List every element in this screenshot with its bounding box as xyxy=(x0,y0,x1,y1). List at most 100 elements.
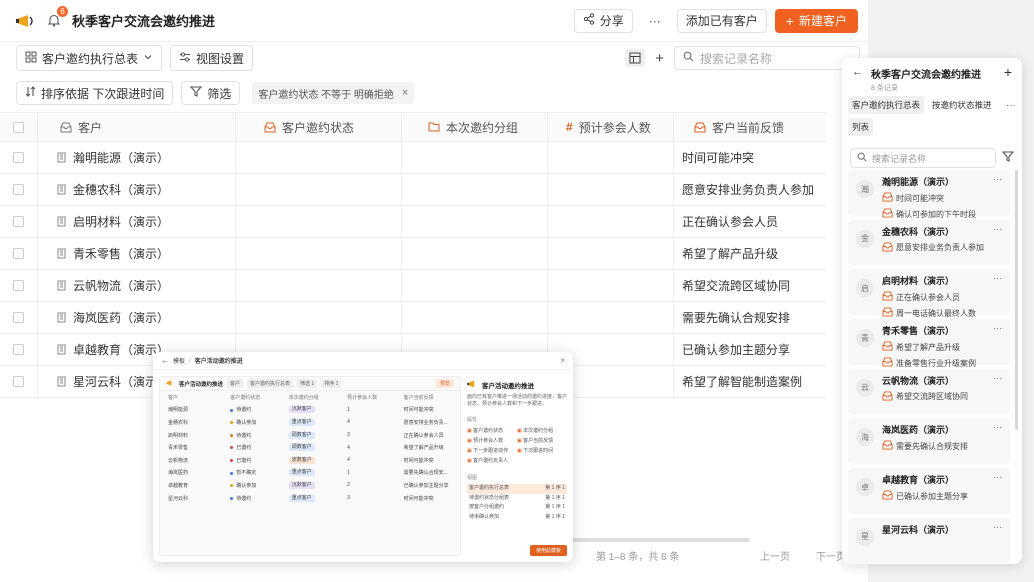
status-cell[interactable] xyxy=(236,174,402,205)
attendees-cell[interactable] xyxy=(548,174,674,205)
table-row[interactable]: 瀚明能源（演示） 时间可能冲突 xyxy=(0,142,826,174)
customer-cell[interactable]: 海岚医药（演示） xyxy=(38,302,236,333)
column-header-customer[interactable]: 客户 xyxy=(38,113,236,141)
group-cell[interactable] xyxy=(402,206,548,237)
feedback-cell[interactable]: 需要先确认合规安排 xyxy=(674,302,826,333)
attendees-cell[interactable] xyxy=(548,270,674,301)
row-checkbox[interactable] xyxy=(0,270,38,301)
view-settings-button[interactable]: 视图设置 xyxy=(170,45,254,71)
feedback-cell[interactable]: 正在确认参会人员 xyxy=(674,206,826,237)
group-cell[interactable] xyxy=(402,142,548,173)
panel-search-input[interactable]: 搜索记录名称 xyxy=(850,148,996,168)
search-input[interactable]: 搜索记录名称 xyxy=(674,46,860,70)
breadcrumb-root[interactable]: 模板 xyxy=(173,356,185,365)
card-more-icon[interactable]: ··· xyxy=(993,522,1002,532)
row-checkbox[interactable] xyxy=(0,206,38,237)
row-checkbox[interactable] xyxy=(0,238,38,269)
record-card[interactable]: 卓卓越教育（演示） ··· 已确认参加主题分享 xyxy=(848,468,1010,514)
attendees-cell[interactable] xyxy=(548,206,674,237)
attendees-cell[interactable] xyxy=(548,238,674,269)
sort-button[interactable]: 排序依据 下次跟进时间 xyxy=(16,81,174,105)
group-cell[interactable] xyxy=(402,302,548,333)
column-header-feedback[interactable]: 客户当前反馈 xyxy=(674,113,826,141)
feedback-cell[interactable]: 希望了解产品升级 xyxy=(674,238,826,269)
add-view-icon[interactable]: + xyxy=(655,50,664,67)
table-row[interactable]: 云帆物流（演示） 希望交流跨区域协同 xyxy=(0,270,826,302)
share-button[interactable]: 分享 xyxy=(573,8,633,33)
record-card[interactable]: 瀚瀚明能源（演示） ··· 时间可能冲突 确认可参加的下午时段 xyxy=(848,170,1010,219)
table-view-icon[interactable] xyxy=(625,49,646,67)
row-checkbox[interactable] xyxy=(0,174,38,205)
status-cell[interactable] xyxy=(236,302,402,333)
card-more-icon[interactable]: ··· xyxy=(993,373,1002,383)
table-row[interactable]: 金穗农科（演示） 愿意安排业务负责人参加 xyxy=(0,174,826,206)
table-row[interactable]: 启明材料（演示） 正在确认参会人员 xyxy=(0,206,826,238)
panel-tab-more[interactable]: ··· xyxy=(1006,100,1016,111)
active-filter-tag[interactable]: 客户邀约状态 不等于 明确拒绝 × xyxy=(252,82,415,104)
card-more-icon[interactable]: ··· xyxy=(993,323,1002,333)
new-customer-button[interactable]: + 新建客户 xyxy=(774,8,858,33)
customer-cell[interactable]: 瀚明能源（演示） xyxy=(38,142,236,173)
filter-icon[interactable] xyxy=(1001,151,1015,165)
table-row[interactable]: 青禾零售（演示） 希望了解产品升级 xyxy=(0,238,826,270)
filter-button[interactable]: 筛选 xyxy=(181,81,241,105)
modal-close-icon[interactable]: × xyxy=(560,356,565,365)
feedback-cell[interactable]: 希望了解智能制造案例 xyxy=(674,366,826,397)
row-checkbox[interactable] xyxy=(0,366,38,397)
add-existing-customer-button[interactable]: 添加已有客户 xyxy=(676,8,767,33)
record-card[interactable]: 启启明材料（演示） ··· 正在确认参会人员 周一电话确认最终人数 xyxy=(848,269,1010,318)
panel-scrollbar[interactable] xyxy=(1015,170,1018,430)
attendees-cell[interactable] xyxy=(548,302,674,333)
card-more-icon[interactable]: ··· xyxy=(993,174,1002,184)
status-cell[interactable] xyxy=(236,142,402,173)
status-cell[interactable] xyxy=(236,206,402,237)
back-arrow-icon[interactable]: ← xyxy=(161,356,169,365)
prev-page-button[interactable]: 上一页 xyxy=(760,548,790,563)
table-selector[interactable]: 客户邀约执行总表 xyxy=(16,45,163,71)
template-view-item[interactable]: 待邀约状态分组表 第 1 序 1 xyxy=(467,494,567,504)
column-header-group[interactable]: 本次邀约分组 xyxy=(402,113,548,141)
customer-cell[interactable]: 云帆物流（演示） xyxy=(38,270,236,301)
table-row[interactable]: 海岚医药（演示） 需要先确认合规安排 xyxy=(0,302,826,334)
status-cell[interactable] xyxy=(236,270,402,301)
notification-bell-icon[interactable]: 6 xyxy=(46,5,68,29)
row-checkbox[interactable] xyxy=(0,334,38,365)
status-cell[interactable] xyxy=(236,238,402,269)
record-card[interactable]: 云云帆物流（演示） ··· 希望交流跨区域协同 xyxy=(848,368,1010,415)
card-more-icon[interactable]: ··· xyxy=(993,273,1002,283)
row-checkbox[interactable] xyxy=(0,302,38,333)
record-card[interactable]: 青青禾零售（演示） ··· 希望了解产品升级 准备零售行业升级案例 xyxy=(848,319,1010,368)
customer-cell[interactable]: 青禾零售（演示） xyxy=(38,238,236,269)
close-icon[interactable]: × xyxy=(402,87,408,99)
panel-tab-summary[interactable]: 客户邀约执行总表 xyxy=(848,96,925,114)
feedback-cell[interactable]: 时间可能冲突 xyxy=(674,142,826,173)
template-view-item[interactable]: 待未确认参加 第 1 序 1 xyxy=(467,513,567,523)
attendees-cell[interactable] xyxy=(548,142,674,173)
panel-tab-status[interactable]: 按邀约状态推进 xyxy=(928,96,996,114)
feedback-cell[interactable]: 已确认参加主题分享 xyxy=(674,334,826,365)
customer-cell[interactable]: 金穗农科（演示） xyxy=(38,174,236,205)
back-arrow-icon[interactable]: ← xyxy=(852,66,863,78)
column-header-attendees[interactable]: # 预计参会人数 xyxy=(548,113,674,141)
column-header-status[interactable]: 客户邀约状态 xyxy=(236,113,402,141)
feedback-cell[interactable]: 愿意安排业务负责人参加 xyxy=(674,174,826,205)
use-template-button[interactable]: 使用此模板 xyxy=(529,545,567,556)
select-all-checkbox[interactable] xyxy=(0,113,38,141)
template-view-item[interactable]: 按客户分组邀约 第 1 序 1 xyxy=(467,503,567,513)
record-card[interactable]: 海海岚医药（演示） ··· 需要先确认合规安排 xyxy=(848,418,1010,464)
group-cell[interactable] xyxy=(402,174,548,205)
more-menu-button[interactable]: ··· xyxy=(640,8,669,33)
record-card[interactable]: 金金穗农科（演示） ··· 愿意安排业务负责人参加 xyxy=(848,219,1010,266)
group-cell[interactable] xyxy=(402,238,548,269)
card-more-icon[interactable]: ··· xyxy=(993,422,1002,432)
template-view-item[interactable]: 客户邀约执行总表 第 1 序 1 xyxy=(467,484,567,494)
group-cell[interactable] xyxy=(402,270,548,301)
add-record-icon[interactable]: + xyxy=(1004,65,1012,79)
customer-cell[interactable]: 启明材料（演示） xyxy=(38,206,236,237)
feedback-cell[interactable]: 希望交流跨区域协同 xyxy=(674,270,826,301)
card-more-icon[interactable]: ··· xyxy=(993,224,1002,234)
card-more-icon[interactable]: ··· xyxy=(993,472,1002,482)
row-checkbox[interactable] xyxy=(0,142,38,173)
record-card[interactable]: 星星河云科（演示） ··· xyxy=(848,517,1010,564)
panel-tab-list[interactable]: 列表 xyxy=(848,118,874,136)
